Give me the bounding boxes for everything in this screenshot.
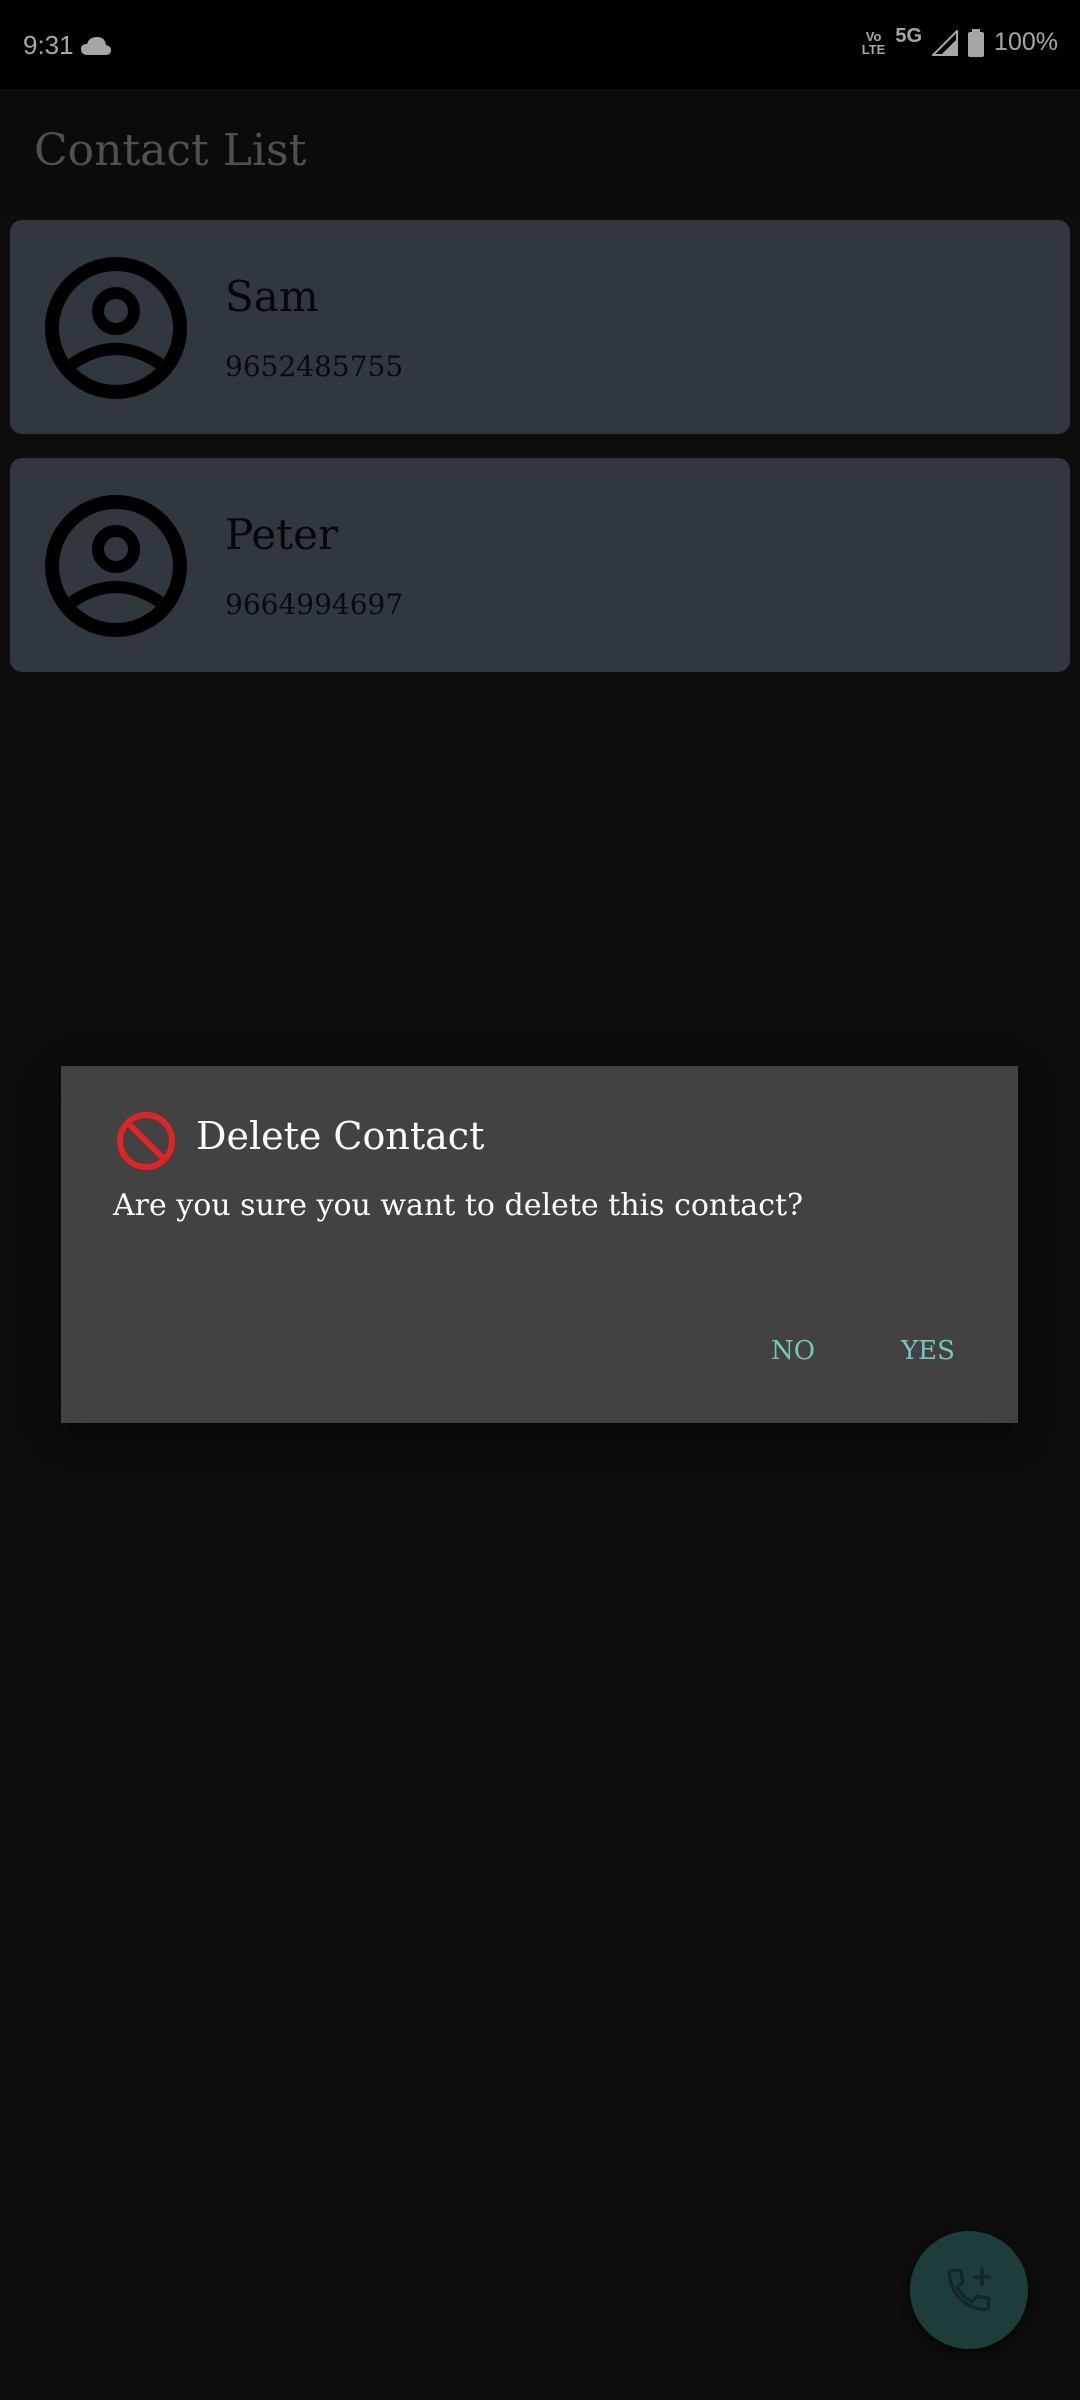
yes-button[interactable]: YES (891, 1332, 965, 1370)
dialog-title: Delete Contact (196, 1114, 485, 1158)
no-button[interactable]: NO (761, 1332, 825, 1370)
block-icon (117, 1112, 175, 1170)
delete-contact-dialog: Delete Contact Are you sure you want to … (61, 1066, 1018, 1423)
dialog-message: Are you sure you want to delete this con… (113, 1188, 804, 1223)
